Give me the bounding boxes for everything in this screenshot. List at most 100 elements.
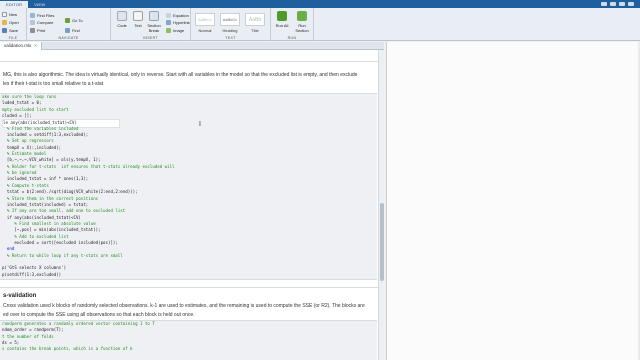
code-line-text: % Add to excluded list [2,233,69,239]
code-block[interactable]: ake sure the loop runs luded_tstat = 0; mp… [0,93,377,280]
code-listing[interactable]: ake sure the loop runs luded_tstat = 0; mp… [0,94,377,278]
find-button[interactable]: Find [65,28,80,33]
code-line-text: % Holder for t-stats inf ensures that t-… [2,163,175,169]
image-label: Image [173,28,185,33]
code-line-text: % Find smallest in absolute value [2,220,96,226]
style-heading-preview[interactable]: AaBbCc [220,13,240,26]
open-button-label: Open [9,20,19,25]
insert-group-label: INSERT [143,36,158,40]
find-label: Find [72,28,80,33]
text-line: MG, this is also algorithmic. The idea i… [3,72,358,78]
code-line-text: randperm generates a randomly ordered ve… [2,321,155,326]
code-listing[interactable]: randperm generates a randomly ordered ve… [0,321,377,353]
run-icon [277,11,287,21]
tab-view[interactable]: VIEW [28,1,51,8]
style-normal-label: Normal [198,28,212,33]
find-files-label: Find Files [37,13,55,18]
text-paragraph[interactable]: MG, this is also algorithmic. The idea i… [0,71,376,88]
go-to-label: Go To [72,18,83,23]
go-to-icon [65,18,70,23]
code-line-text: p('GtS selects X columns') [2,265,67,271]
save-button-label: Save [9,28,19,33]
new-file-icon [2,12,7,17]
text-cursor-icon: I [199,121,201,128]
code-line-text: s contains the break points, which is a … [2,346,133,352]
search-icon [65,28,70,33]
code-line-text: % Estimate model [2,151,47,157]
open-button[interactable]: Open [2,20,19,25]
run-section-button[interactable]: Run Section [292,11,312,33]
document-tab[interactable]: validation.mlx × [0,42,42,50]
code-line-text: luded_tstat = 0; [2,100,42,106]
output-pane[interactable] [386,42,640,360]
code-line-text: excluded = sort([excluded included(pos)]… [2,239,118,245]
help-icon[interactable] [628,2,634,6]
run-all-button[interactable]: Run All [274,11,290,28]
text-line: les if their t-stat is too small relativ… [3,80,104,87]
new-button[interactable]: New [2,12,17,17]
document-tab-bar: validation.mlx × [0,42,384,50]
text-group-label: TEXT [225,36,236,40]
text-icon [133,11,143,21]
code-line-text: % be ignored [2,170,37,176]
insert-text-label: Text [134,23,142,28]
section-divider [0,287,384,288]
hyperlink-label: Hyperlink [173,20,190,25]
run-all-label: Run All [275,23,289,28]
save-button[interactable]: Save [2,28,18,33]
run-section-label: Run Section [295,23,309,33]
style-heading-label: Heading [222,28,238,33]
close-icon[interactable]: × [34,43,37,48]
code-line[interactable]: p(setdiff(1:3,excluded)) [2,272,377,278]
quick-access-icon[interactable] [619,2,625,6]
editor-scrollbar[interactable] [378,50,384,360]
code-line-text: % Store them in the correct positions [2,195,99,201]
text-paragraph[interactable]: Cross validation used k blocks of random… [0,302,376,319]
text-line: ed over to compute the SSE using all obs… [3,311,195,318]
document-tab-name: validation.mlx [4,43,32,48]
section-heading[interactable]: s-validation [3,293,36,299]
compare-button[interactable]: Compare [30,20,53,25]
quick-access-icon[interactable] [601,2,607,6]
code-line-text: end [2,246,15,252]
code-line-text: t the number of folds [2,333,54,339]
print-icon [30,28,35,33]
go-to-button[interactable]: Go To [65,18,83,23]
code-block[interactable]: randperm generates a randomly ordered ve… [0,320,377,360]
equation-icon [166,13,171,18]
insert-code-button[interactable]: Code [114,11,130,28]
tab-editor[interactable]: EDITOR [0,1,29,8]
run-group: Run All Run Section RUN [271,8,314,41]
insert-text-button[interactable]: Text [130,11,146,28]
style-normal-preview[interactable]: AaBbCc [195,13,215,26]
code-line-text: if any(abs(included_tstat)<CV) [2,214,81,220]
code-line-text: ndom_order = randperm(T); [2,327,64,333]
code-line-text: included_tstat = inf * ones(1,3); [2,176,89,182]
section-break-icon [149,11,159,21]
equation-button[interactable]: Equation [166,13,189,18]
section-break-button[interactable]: Section Break [145,11,163,33]
open-folder-icon [2,20,7,25]
text-line: Cross validation used k blocks of random… [3,303,365,309]
code-line-text: % Return to while loop if any t-stats ar… [2,252,123,258]
code-line-text: mpty excluded list to start [2,106,69,112]
compare-icon [30,20,35,25]
file-group-label: FILE [8,36,18,40]
live-editor[interactable]: MG, this is also algorithmic. The idea i… [0,50,384,360]
compare-label: Compare [37,20,54,25]
hyperlink-button[interactable]: Hyperlink [166,20,190,25]
code-line[interactable]: s contains the break points, which is a … [2,346,377,352]
scrollbar-thumb[interactable] [380,203,384,281]
code-line-text: % If any are too small, add one to exclu… [2,208,126,214]
quick-access-icon[interactable] [610,2,616,6]
style-title-preview[interactable]: AaBb [245,13,265,26]
code-line-text: tstat = b(2:end)./sqrt(diag(VCV_white(2:… [2,189,138,195]
section-break-label: Section Break [147,23,161,33]
navigate-group: Find Files Compare Print Go To Find NAVI… [27,8,111,41]
code-line-text: ds = 5; [2,340,20,346]
code-line-text: % Compute t-stats [2,182,49,188]
image-button[interactable]: Image [166,28,184,33]
code-line-text: % Find the variables included [2,125,79,131]
find-files-button[interactable]: Find Files [30,13,54,18]
print-button[interactable]: Print [30,28,45,33]
